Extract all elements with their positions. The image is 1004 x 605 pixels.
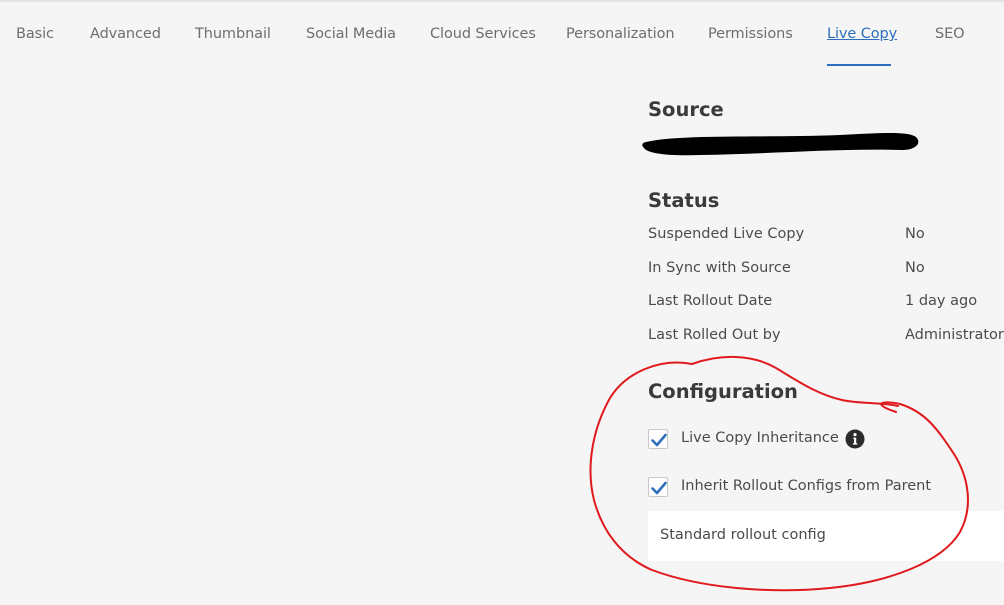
source-heading: Source xyxy=(648,98,724,121)
live-copy-inheritance-label: Live Copy Inheritance xyxy=(681,430,839,446)
in-sync-value: No xyxy=(905,260,925,276)
tab-live-copy[interactable]: Live Copy xyxy=(827,26,897,42)
rollout-config-list[interactable]: Standard rollout config xyxy=(648,511,1004,561)
checkmark-icon xyxy=(651,481,667,495)
tab-permissions[interactable]: Permissions xyxy=(708,26,793,42)
tab-bar: Basic Advanced Thumbnail Social Media Cl… xyxy=(0,0,1004,66)
checkmark-icon xyxy=(651,433,667,447)
tab-personalization[interactable]: Personalization xyxy=(566,26,675,42)
tab-basic[interactable]: Basic xyxy=(16,26,54,42)
last-rolled-out-by-value: Administrator xyxy=(905,327,1004,343)
in-sync-label: In Sync with Source xyxy=(648,260,791,276)
inherit-rollout-configs-checkbox[interactable] xyxy=(648,477,668,497)
live-copy-inheritance-checkbox[interactable] xyxy=(648,429,668,449)
status-heading: Status xyxy=(648,189,720,212)
tab-cloud-services[interactable]: Cloud Services xyxy=(430,26,536,42)
configuration-heading: Configuration xyxy=(648,380,798,403)
rollout-config-item: Standard rollout config xyxy=(660,527,826,543)
inherit-rollout-configs-label: Inherit Rollout Configs from Parent xyxy=(681,478,932,494)
tab-seo[interactable]: SEO xyxy=(935,26,965,42)
tab-social-media[interactable]: Social Media xyxy=(306,26,396,42)
suspended-live-copy-label: Suspended Live Copy xyxy=(648,226,805,242)
last-rollout-date-value: 1 day ago xyxy=(905,293,978,309)
active-tab-indicator xyxy=(827,64,891,66)
info-icon[interactable] xyxy=(845,429,865,449)
last-rolled-out-by-label: Last Rolled Out by xyxy=(648,327,781,343)
suspended-live-copy-value: No xyxy=(905,226,925,242)
last-rollout-date-label: Last Rollout Date xyxy=(648,293,773,309)
tab-advanced[interactable]: Advanced xyxy=(90,26,161,42)
redacted-source-path xyxy=(642,133,919,156)
tab-thumbnail[interactable]: Thumbnail xyxy=(195,26,271,42)
